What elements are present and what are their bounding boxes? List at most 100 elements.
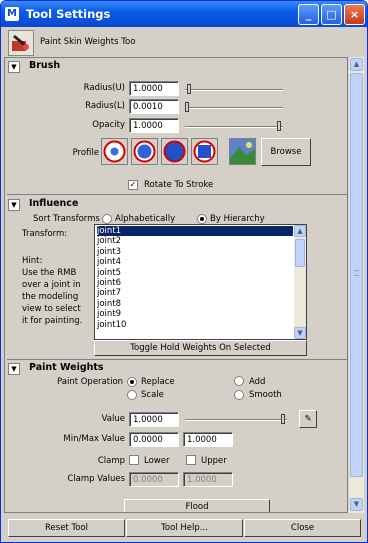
tool-header: Paint Skin Weights Too — [4, 29, 350, 57]
profile-soft-button[interactable] — [131, 138, 158, 165]
sort-alpha-label: Alphabetically — [115, 214, 176, 224]
value-slider[interactable] — [185, 413, 287, 425]
collapse-toggle-icon[interactable]: ▼ — [8, 61, 20, 73]
radius-u-label: Radius(U) — [83, 83, 125, 93]
radius-u-slider[interactable] — [185, 83, 283, 95]
slider-thumb[interactable] — [185, 102, 189, 112]
list-item[interactable]: joint2 — [97, 236, 293, 246]
radius-l-field[interactable]: 0.0010 — [129, 99, 179, 114]
op-replace-radio[interactable] — [127, 377, 137, 387]
maya-app-icon: M — [5, 7, 19, 21]
max-value-field[interactable]: 1.0000 — [183, 432, 233, 447]
scroll-down-icon[interactable]: ▼ — [350, 498, 363, 511]
title-bar[interactable]: M Tool Settings _ □ × — [1, 1, 367, 27]
scroll-down-icon[interactable]: ▼ — [294, 327, 306, 339]
clamp-label: Clamp — [97, 456, 125, 466]
op-add-radio[interactable] — [234, 376, 244, 386]
list-item[interactable]: joint5 — [97, 268, 293, 278]
paint-weights-section: Paint Operation Replace Add Scale Smooth… — [9, 376, 345, 512]
list-item[interactable]: joint3 — [97, 247, 293, 257]
radius-u-field[interactable]: 1.0000 — [129, 81, 179, 96]
op-smooth-label: Smooth — [249, 390, 282, 400]
clamp-low-field[interactable]: 0.0000 — [129, 472, 179, 487]
hint-line: Hint: — [22, 256, 43, 266]
divider — [7, 194, 347, 195]
browse-button[interactable]: Browse — [261, 138, 311, 166]
brush-section: Radius(U) 1.0000 Radius(L) 0.0010 Opacit… — [9, 76, 345, 194]
collapse-toggle-icon[interactable]: ▼ — [8, 363, 20, 375]
slider-thumb[interactable] — [186, 84, 191, 94]
opacity-field[interactable]: 1.0000 — [129, 118, 179, 133]
rotate-to-stroke-checkbox[interactable]: ✓ — [128, 180, 138, 190]
list-item[interactable]: joint9 — [97, 309, 293, 319]
slider-thumb[interactable] — [277, 121, 281, 131]
clamp-lower-checkbox[interactable] — [129, 455, 139, 465]
opacity-label: Opacity — [92, 120, 125, 130]
minimize-button[interactable]: _ — [298, 4, 319, 25]
profile-label: Profile — [72, 148, 99, 158]
clamp-high-field[interactable]: 1.0000 — [183, 472, 233, 487]
hint-line: Use the RMB — [22, 268, 77, 278]
close-button[interactable]: Close — [244, 519, 361, 537]
list-scroll-thumb[interactable] — [295, 239, 305, 267]
radius-l-slider[interactable] — [185, 101, 283, 113]
maximize-button[interactable]: □ — [321, 4, 342, 25]
collapse-toggle-icon[interactable]: ▼ — [8, 199, 20, 211]
tool-name-label: Paint Skin Weights Too — [40, 37, 136, 47]
op-scale-radio[interactable] — [127, 390, 137, 400]
eyedropper-button[interactable]: ✎ — [299, 410, 317, 428]
value-field[interactable]: 1.0000 — [129, 412, 179, 427]
scroll-up-icon[interactable]: ▲ — [350, 58, 363, 71]
list-item[interactable]: joint8 — [97, 299, 293, 309]
paint-operation-label: Paint Operation — [57, 377, 124, 387]
op-add-label: Add — [249, 377, 266, 387]
slider-thumb[interactable] — [281, 414, 285, 424]
window-title: Tool Settings — [26, 7, 111, 21]
clamp-upper-checkbox[interactable] — [186, 455, 196, 465]
list-item[interactable]: joint6 — [97, 278, 293, 288]
divider — [7, 359, 347, 360]
settings-panel: ▼ Brush Radius(U) 1.0000 Radius(L) 0.001… — [4, 57, 348, 513]
square-brush-icon — [193, 140, 216, 163]
sort-hierarchy-radio[interactable] — [197, 214, 207, 224]
influence-section-title: Influence — [29, 198, 79, 209]
list-item[interactable]: joint10 — [97, 320, 293, 330]
paint-weights-section-header[interactable]: ▼ Paint Weights — [5, 361, 341, 377]
opacity-slider[interactable] — [185, 120, 283, 132]
solid-brush-icon — [163, 140, 186, 163]
grip-icon — [354, 270, 359, 276]
tool-help-button[interactable]: Tool Help... — [126, 519, 243, 537]
hint-line: over a joint in — [22, 280, 81, 290]
profile-solid-button[interactable] — [161, 138, 188, 165]
list-item[interactable]: joint7 — [97, 288, 293, 298]
op-smooth-radio[interactable] — [234, 390, 244, 400]
flood-button[interactable]: Flood — [124, 499, 270, 512]
radius-l-label: Radius(L) — [85, 101, 125, 111]
main-scrollbar[interactable]: ▲ ▼ — [349, 57, 364, 513]
hint-line: view to select — [22, 304, 81, 314]
tool-settings-window: M Tool Settings _ □ × Paint Skin Weights… — [0, 0, 368, 543]
toggle-hold-weights-button[interactable]: Toggle Hold Weights On Selected — [94, 340, 307, 356]
profile-square-button[interactable] — [191, 138, 218, 165]
reset-tool-button[interactable]: Reset Tool — [8, 519, 125, 537]
main-scroll-thumb[interactable] — [350, 73, 363, 477]
min-value-field[interactable]: 0.0000 — [129, 432, 179, 447]
value-label: Value — [101, 414, 125, 424]
sort-transforms-label: Sort Transforms — [33, 214, 100, 224]
profile-image-button[interactable] — [229, 138, 256, 165]
joint-list[interactable]: joint1 joint2 joint3 joint4 joint5 joint… — [94, 224, 307, 340]
list-item[interactable]: joint1 — [97, 226, 293, 237]
profile-gaussian-button[interactable] — [101, 138, 128, 165]
transform-label: Transform: — [22, 229, 68, 239]
paint-skin-weights-icon — [8, 30, 34, 56]
scroll-up-icon[interactable]: ▲ — [294, 225, 306, 237]
brush-section-header[interactable]: ▼ Brush — [5, 59, 341, 75]
sort-alpha-radio[interactable] — [102, 214, 112, 224]
hint-line: the modeling — [22, 292, 79, 302]
list-item[interactable]: joint4 — [97, 257, 293, 267]
close-window-button[interactable]: × — [344, 4, 365, 25]
clamp-upper-label: Upper — [201, 456, 227, 466]
sort-hierarchy-label: By Hierarchy — [210, 214, 265, 224]
gaussian-brush-icon — [103, 140, 126, 163]
list-scrollbar[interactable]: ▲ ▼ — [294, 225, 306, 339]
